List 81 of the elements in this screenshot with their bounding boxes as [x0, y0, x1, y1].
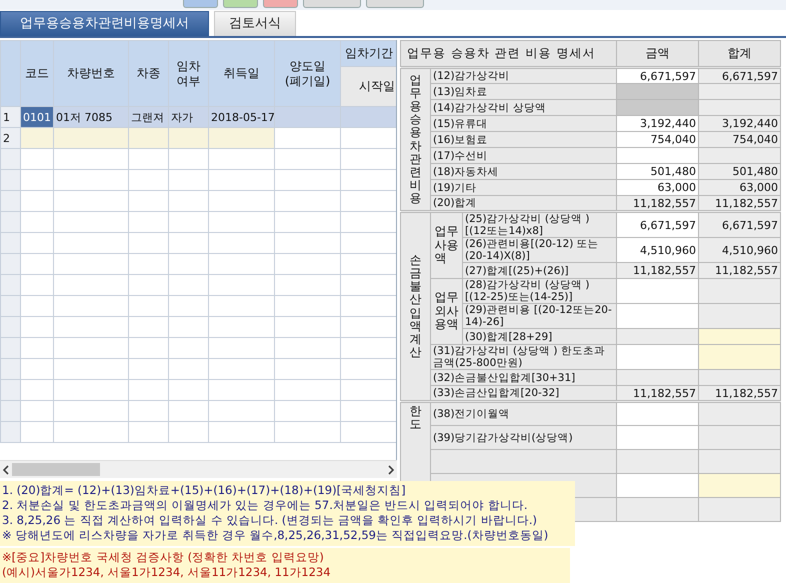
amount-cell: 6,671,597	[698, 68, 781, 84]
header-cell	[0, 40, 20, 106]
note-text: 2. 처분손실 및 한도초과금액의 이월명세가 있는 경우에는 57.처분일은 반드시 입력되어야 합니다.	[2, 498, 528, 513]
amount-cell[interactable]	[616, 148, 699, 164]
scroll-right-icon[interactable]	[387, 464, 395, 474]
row-label: (29)관련비용 [(20-12또는20-14)-26]	[462, 304, 617, 328]
amount-cell[interactable]: 4,510,960	[616, 238, 699, 262]
amount-cell: 3,192,440	[698, 116, 781, 132]
column-header: 금액	[616, 40, 699, 68]
note-text: ※[중요]차량번호 국세청 검증사항 (정확한 차번호 입력요망)	[2, 550, 325, 565]
toolbar-button[interactable]	[303, 0, 361, 8]
amount-cell[interactable]: 3,192,440	[616, 116, 699, 132]
group-label: 업무사용액	[434, 224, 458, 266]
amount-cell: 501,480	[698, 164, 781, 180]
amount-cell[interactable]	[616, 344, 699, 370]
amount-cell[interactable]	[616, 402, 699, 426]
column-header: 취득일	[208, 40, 274, 106]
table-row[interactable]: 2	[0, 128, 396, 148]
note-text: 1. (20)합계= (12)+(13)임차료+(15)+(16)+(17)+(18)+(19)[국세청지침]	[2, 483, 407, 498]
table-cell: 그랜져	[128, 106, 168, 128]
amount-cell: 4,510,960	[698, 238, 781, 262]
column-header: 차량번호	[54, 40, 128, 106]
tab[interactable]: 업무용승용차관련비용명세서	[0, 11, 209, 36]
toolbar-button[interactable]	[223, 0, 258, 8]
toolbar-button[interactable]	[366, 0, 424, 8]
section-label: 업무용 승용차 관련 비용	[410, 74, 422, 206]
table-cell: 01저 7085	[54, 106, 128, 128]
amount-cell[interactable]: 501,480	[616, 164, 699, 180]
note-text: (예시)서울가1234, 서울1가1234, 서울11가1234, 11가1234	[2, 565, 332, 580]
row-label: (28)감가상각비 (상당액 ) [(12-25)또는(14-25)]	[462, 278, 617, 304]
amount-cell: 11,182,557	[698, 262, 781, 278]
amount-cell: 754,040	[698, 132, 781, 148]
column-header: 임차기간	[340, 40, 396, 66]
row-label: (32)손금불산입합계[30+31]	[430, 370, 617, 386]
row-label: (19)기타	[430, 180, 617, 196]
horizontal-scrollbar[interactable]	[0, 460, 397, 478]
column-header: 양도일 (폐기일)	[274, 40, 340, 106]
amount-cell[interactable]	[616, 304, 699, 328]
row-label: (13)임차료	[430, 84, 617, 100]
row-label: (17)수선비	[430, 148, 617, 164]
row-label: (30)합계[28+29]	[462, 328, 617, 344]
row-label: (16)보험료	[430, 132, 617, 148]
row-label: (15)유류대	[430, 116, 617, 132]
group-label: 업무외사용액	[434, 290, 458, 332]
column-header: 시작일	[340, 66, 396, 106]
section-label: 손금 불산입액 계산	[410, 254, 422, 360]
column-header: 합계	[698, 40, 781, 68]
amount-cell[interactable]: 63,000	[616, 180, 699, 196]
section-label: 한도	[410, 405, 422, 432]
row-label: (27)합계[(25)+(26)]	[462, 262, 617, 278]
row-label: (38)전기이월액	[430, 402, 617, 426]
amount-cell[interactable]	[616, 426, 699, 450]
amount-cell[interactable]: 754,040	[616, 132, 699, 148]
column-header: 차종	[128, 40, 168, 106]
amount-cell: 11,182,557	[616, 262, 699, 278]
row-label: (18)자동차세	[430, 164, 617, 180]
tab[interactable]: 검토서식	[214, 11, 296, 36]
row-label: (39)당기감가상각비(상당액)	[430, 426, 617, 450]
column-header: 코드	[20, 40, 54, 106]
table-cell: 자가	[168, 106, 208, 128]
table-title: 업무용 승용차 관련 비용 명세서	[400, 40, 617, 68]
toolbar-button[interactable]	[263, 0, 298, 8]
amount-cell: 63,000	[698, 180, 781, 196]
table-cell[interactable]: 0101	[20, 106, 54, 128]
amount-cell[interactable]	[616, 474, 699, 498]
row-number: 1	[0, 106, 20, 128]
note-text: ※ 당해년도에 리스차량을 자가로 취득한 경우 월수,8,25,26,31,52,59는 직접입력요망.(차량번호동일)	[2, 528, 550, 543]
amount-cell: 6,671,597	[698, 212, 781, 238]
row-label: (31)감가상각비 (상당액 ) 한도초과금액(25-800만원)	[430, 344, 617, 370]
row-number: 2	[0, 128, 20, 148]
column-header: 임차여부	[168, 40, 208, 106]
row-label: (25)감가상각비 (상당액 ) [(12또는14)x8]	[462, 212, 617, 238]
note-text: 3. 8,25,26 는 직접 계산하여 입력하실 수 있습니다. (변경되는 금액을 확인후 입력하시기 바랍니다.)	[2, 513, 538, 528]
amount-cell[interactable]: 6,671,597	[616, 212, 699, 238]
amount-cell[interactable]: 6,671,597	[616, 68, 699, 84]
scroll-left-icon[interactable]	[2, 464, 10, 474]
toolbar-button[interactable]	[183, 0, 218, 8]
amount-cell[interactable]	[616, 278, 699, 304]
row-label: (14)감가상각비 상당액	[430, 100, 617, 116]
row-label: (26)관련비용[(20-12) 또는(20-14)X(8)]	[462, 238, 617, 262]
row-label: (12)감가상각비	[430, 68, 617, 84]
